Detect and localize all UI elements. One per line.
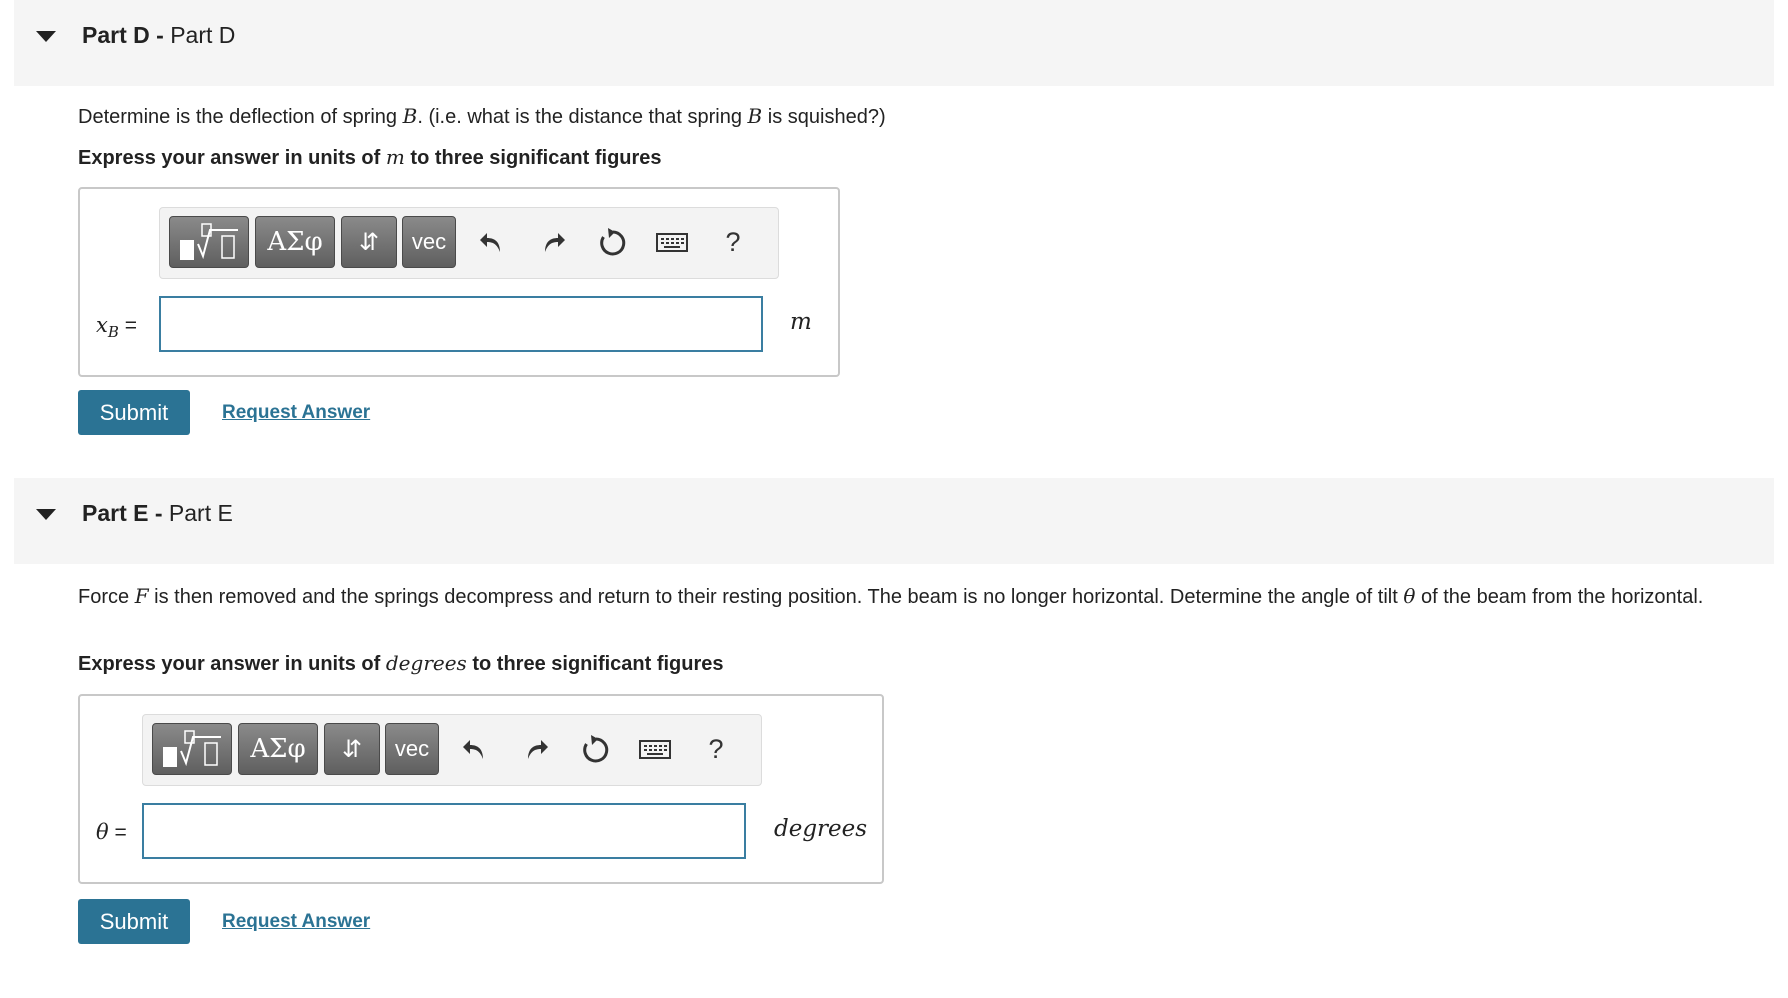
answer-input[interactable] bbox=[159, 296, 763, 352]
prompt-var: B bbox=[402, 104, 418, 128]
help-label: ? bbox=[725, 226, 741, 257]
collapse-caret-icon[interactable] bbox=[36, 31, 56, 42]
request-answer-link[interactable]: Request Answer bbox=[222, 402, 370, 424]
answer-input[interactable] bbox=[142, 803, 746, 859]
vec-label: vec bbox=[411, 229, 447, 254]
math-toolbar: ΑΣφ ⇵ vec ? bbox=[142, 714, 762, 786]
part-e-instruction: Express your answer in units of degrees … bbox=[78, 651, 724, 676]
help-button[interactable]: ? bbox=[696, 729, 736, 769]
answer-variable-label: xB = bbox=[96, 313, 137, 341]
part-d-instruction: Express your answer in units of m to thr… bbox=[78, 145, 662, 170]
vector-button[interactable]: vec bbox=[385, 723, 439, 775]
prompt-text: of the beam from the horizontal. bbox=[1420, 586, 1704, 608]
templates-button[interactable] bbox=[152, 723, 232, 775]
templates-icon bbox=[163, 730, 221, 767]
subscript-superscript-button[interactable]: ⇵ bbox=[324, 723, 380, 775]
answer-variable-label: θ = bbox=[96, 820, 127, 845]
prompt-text: Force bbox=[78, 586, 130, 608]
templates-button[interactable] bbox=[169, 216, 249, 268]
part-title-bold: Part E - bbox=[82, 500, 163, 526]
greek-symbols-label: ΑΣφ bbox=[267, 227, 323, 257]
variable-symbol: θ bbox=[96, 820, 109, 844]
greek-symbols-label: ΑΣφ bbox=[250, 734, 306, 764]
instruction-text: to three significant figures bbox=[472, 653, 724, 675]
keyboard-icon bbox=[656, 233, 688, 252]
keyboard-button[interactable] bbox=[635, 729, 675, 769]
subscript-superscript-button[interactable]: ⇵ bbox=[341, 216, 397, 268]
undo-icon bbox=[463, 740, 483, 759]
undo-button[interactable] bbox=[455, 729, 495, 769]
unit-label: degrees bbox=[774, 816, 868, 842]
part-e-header[interactable]: Part E - Part E bbox=[14, 478, 1774, 564]
instruction-unit: m bbox=[385, 145, 405, 169]
prompt-text: . (i.e. what is the distance that spring bbox=[417, 106, 742, 128]
part-title-rest: Part E bbox=[168, 500, 233, 526]
part-d-prompt: Determine is the deflection of spring B.… bbox=[78, 104, 1728, 130]
submit-button[interactable]: Submit bbox=[78, 390, 190, 435]
instruction-text: Express your answer in units of bbox=[78, 147, 381, 169]
math-toolbar: ΑΣφ ⇵ vec ? bbox=[159, 207, 779, 279]
redo-icon bbox=[545, 233, 565, 252]
prompt-text: Determine is the deflection of spring bbox=[78, 106, 398, 128]
submit-button[interactable]: Submit bbox=[78, 899, 190, 944]
part-title-bold: Part D - bbox=[82, 22, 164, 48]
arrows-icon: ⇵ bbox=[358, 228, 380, 256]
templates-icon bbox=[180, 223, 238, 260]
reset-icon bbox=[600, 228, 626, 256]
help-button[interactable]: ? bbox=[713, 222, 753, 262]
prompt-text: is then removed and the springs decompre… bbox=[154, 586, 1398, 608]
prompt-var: B bbox=[747, 104, 763, 128]
arrows-icon: ⇵ bbox=[341, 735, 363, 763]
undo-button[interactable] bbox=[472, 222, 512, 262]
prompt-text: is squished?) bbox=[767, 106, 886, 128]
instruction-unit: degrees bbox=[385, 651, 467, 675]
vec-label: vec bbox=[394, 736, 430, 761]
part-e-answer-box: ΑΣφ ⇵ vec ? θ = degrees bbox=[78, 694, 884, 884]
part-e-title: Part E - Part E bbox=[82, 500, 233, 527]
collapse-caret-icon[interactable] bbox=[36, 509, 56, 520]
reset-icon bbox=[583, 735, 609, 763]
greek-symbols-button[interactable]: ΑΣφ bbox=[255, 216, 335, 268]
undo-icon bbox=[480, 233, 500, 252]
part-d-answer-box: ΑΣφ ⇵ vec ? xB = m bbox=[78, 187, 840, 377]
help-label: ? bbox=[708, 733, 724, 764]
redo-button[interactable] bbox=[533, 222, 573, 262]
unit-label: m bbox=[790, 309, 812, 335]
instruction-text: Express your answer in units of bbox=[78, 653, 381, 675]
variable-subscript: B bbox=[107, 323, 119, 342]
redo-icon bbox=[528, 740, 548, 759]
equals-sign: = bbox=[108, 821, 127, 844]
part-d-header[interactable]: Part D - Part D bbox=[14, 0, 1774, 86]
vector-button[interactable]: vec bbox=[402, 216, 456, 268]
instruction-text: to three significant figures bbox=[410, 147, 662, 169]
prompt-var: F bbox=[134, 584, 149, 608]
part-e-prompt: Force F is then removed and the springs … bbox=[78, 584, 1728, 610]
reset-button[interactable] bbox=[593, 222, 633, 262]
greek-symbols-button[interactable]: ΑΣφ bbox=[238, 723, 318, 775]
part-d-title: Part D - Part D bbox=[82, 22, 235, 49]
redo-button[interactable] bbox=[516, 729, 556, 769]
keyboard-icon bbox=[639, 740, 671, 759]
equals-sign: = bbox=[118, 314, 137, 337]
request-answer-link[interactable]: Request Answer bbox=[222, 911, 370, 933]
prompt-var: θ bbox=[1403, 584, 1416, 608]
variable-symbol: x bbox=[96, 313, 108, 337]
part-title-rest: Part D bbox=[170, 22, 236, 48]
keyboard-button[interactable] bbox=[652, 222, 692, 262]
reset-button[interactable] bbox=[576, 729, 616, 769]
